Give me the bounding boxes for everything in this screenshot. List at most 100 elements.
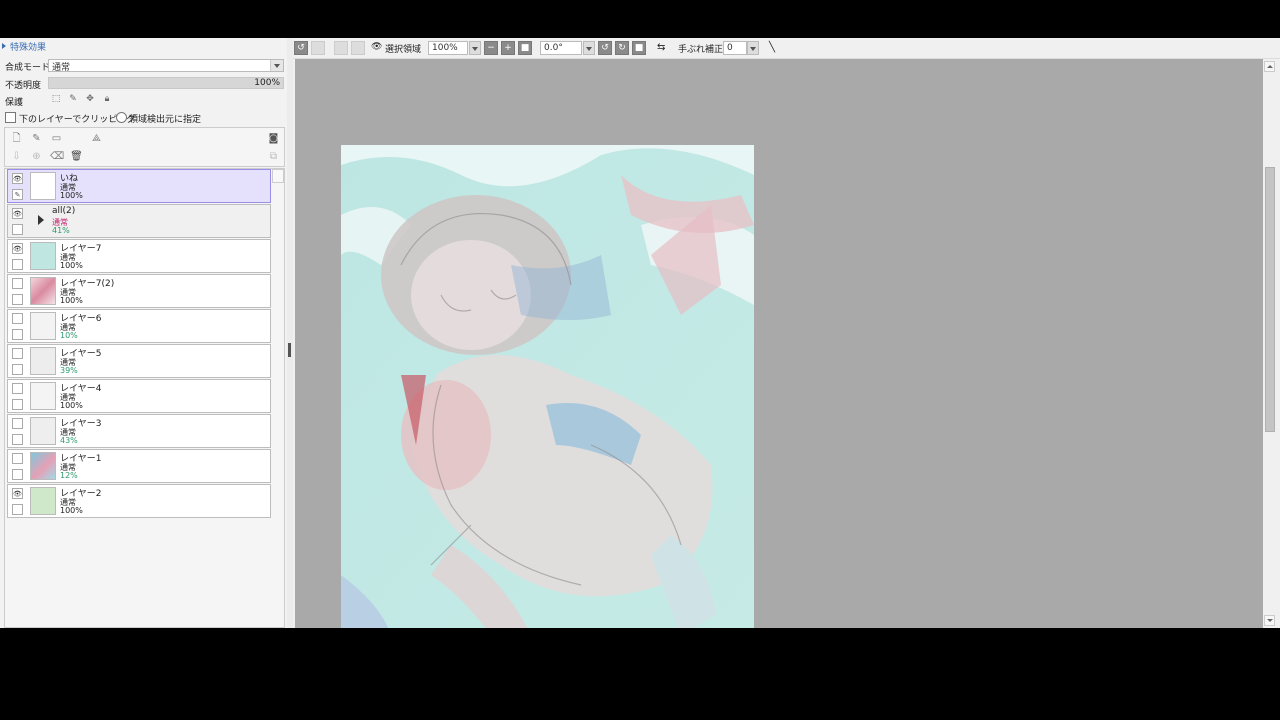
canvas-area[interactable] bbox=[295, 59, 1263, 628]
protect-lock-icon[interactable]: 🔒︎ bbox=[101, 94, 113, 106]
layer-item[interactable]: レイヤー3 通常 43% bbox=[7, 414, 271, 448]
layer-item[interactable]: レイヤー7(2) 通常 100% bbox=[7, 274, 271, 308]
flip-icon[interactable]: ⇆ bbox=[657, 42, 665, 53]
transfer-down-icon[interactable]: ⇩ bbox=[10, 150, 23, 163]
stabilizer-field[interactable]: 0 bbox=[723, 41, 747, 55]
layer-list-scroll-up[interactable] bbox=[272, 169, 284, 183]
edit-toggle[interactable] bbox=[12, 364, 23, 375]
protect-paint-icon[interactable]: ✎ bbox=[67, 94, 79, 106]
layer-item[interactable]: 👁︎ ✎ いね 通常 100% bbox=[7, 169, 271, 203]
selection-eye-icon[interactable]: 👁︎ bbox=[371, 42, 382, 52]
zoom-in-icon[interactable]: + bbox=[501, 41, 515, 55]
layer-opacity: 12% bbox=[60, 471, 78, 480]
rotation-dropdown[interactable] bbox=[583, 41, 595, 55]
edit-toggle[interactable] bbox=[12, 294, 23, 305]
layer-thumbnail bbox=[30, 347, 56, 375]
layer-item[interactable]: 👁︎ レイヤー7 通常 100% bbox=[7, 239, 271, 273]
opacity-label: 不透明度 bbox=[5, 81, 42, 91]
layer-name: all(2) bbox=[52, 206, 76, 216]
visibility-toggle[interactable] bbox=[12, 418, 23, 429]
zoom-field[interactable]: 100% bbox=[428, 41, 468, 55]
new-folder-icon[interactable]: ▭ bbox=[50, 132, 63, 145]
line-tool-icon[interactable]: ╲ bbox=[769, 42, 775, 53]
protect-move-icon[interactable]: ✥ bbox=[84, 94, 96, 106]
trash-icon[interactable]: 🗑︎ bbox=[70, 150, 83, 163]
blend-mode-select[interactable]: 通常 bbox=[48, 59, 284, 73]
rotation-field[interactable]: 0.0° bbox=[540, 41, 582, 55]
layer-list: 👁︎ ✎ いね 通常 100% 👁︎ all(2) 通常 41% 👁︎ レイヤー… bbox=[4, 168, 285, 628]
layer-item[interactable]: レイヤー5 通常 39% bbox=[7, 344, 271, 378]
new-pen-layer-icon[interactable]: ✎ bbox=[30, 132, 43, 145]
stabilizer-dropdown[interactable] bbox=[747, 41, 759, 55]
layer-effect-icon[interactable]: ⟁ bbox=[90, 132, 103, 145]
undo-icon[interactable]: ↺ bbox=[294, 41, 308, 55]
layer-toolbar: 🗋 ✎ ▭ ⟁ ◙ ⇩ ⊕ ⌫ 🗑︎ ⧉ bbox=[4, 127, 285, 167]
blend-mode-value: 通常 bbox=[52, 63, 71, 73]
opacity-slider[interactable]: 100% bbox=[48, 77, 284, 89]
scroll-thumb[interactable] bbox=[1265, 167, 1275, 432]
pencil-icon[interactable]: ✎ bbox=[12, 189, 23, 200]
invert-selection-icon[interactable] bbox=[351, 41, 365, 55]
protect-transparency-icon[interactable]: ⬚ bbox=[50, 94, 62, 106]
eye-icon[interactable]: 👁︎ bbox=[12, 208, 23, 219]
rotate-right-icon[interactable]: ↻ bbox=[615, 41, 629, 55]
edit-toggle[interactable] bbox=[12, 224, 23, 235]
layer-folder[interactable]: 👁︎ all(2) 通常 41% bbox=[7, 204, 271, 238]
visibility-toggle[interactable] bbox=[12, 278, 23, 289]
layer-thumbnail bbox=[30, 417, 56, 445]
effects-section-header[interactable]: 特殊効果 bbox=[2, 40, 46, 53]
eye-icon[interactable]: 👁︎ bbox=[12, 173, 23, 184]
edit-toggle[interactable] bbox=[12, 399, 23, 410]
visibility-toggle[interactable] bbox=[12, 383, 23, 394]
edit-toggle[interactable] bbox=[12, 469, 23, 480]
folder-expand-icon[interactable] bbox=[38, 215, 44, 225]
layer-thumbnail bbox=[30, 487, 56, 515]
layer-item[interactable]: レイヤー1 通常 12% bbox=[7, 449, 271, 483]
zoom-reset-icon[interactable]: ■ bbox=[518, 41, 532, 55]
edit-toggle[interactable] bbox=[12, 259, 23, 270]
artwork-canvas[interactable] bbox=[341, 145, 754, 628]
expand-arrow-icon bbox=[2, 43, 6, 49]
layer-item[interactable]: レイヤー4 通常 100% bbox=[7, 379, 271, 413]
layer-item[interactable]: レイヤー6 通常 10% bbox=[7, 309, 271, 343]
scroll-up-icon[interactable] bbox=[1264, 61, 1275, 72]
layer-item[interactable]: 👁︎ レイヤー2 通常 100% bbox=[7, 484, 271, 518]
eye-icon[interactable]: 👁︎ bbox=[12, 243, 23, 254]
rotate-reset-icon[interactable]: ■ bbox=[632, 41, 646, 55]
clipping-checkbox[interactable] bbox=[5, 112, 16, 123]
edit-toggle[interactable] bbox=[12, 504, 23, 515]
layer-opacity: 100% bbox=[60, 296, 83, 305]
layer-opacity: 43% bbox=[60, 436, 78, 445]
paint-app: 特殊効果 合成モード 通常 不透明度 100% 保護 ⬚ ✎ ✥ 🔒︎ 下のレイヤーで… bbox=[0, 38, 1280, 628]
canvas-vertical-scrollbar[interactable] bbox=[1263, 59, 1277, 628]
opacity-value: 100% bbox=[254, 78, 280, 88]
edit-toggle[interactable] bbox=[12, 329, 23, 340]
apply-mask-icon[interactable]: ⧉ bbox=[267, 150, 280, 163]
protect-options: ⬚ ✎ ✥ 🔒︎ bbox=[50, 94, 118, 106]
visibility-toggle[interactable] bbox=[12, 453, 23, 464]
zoom-out-icon[interactable]: − bbox=[484, 41, 498, 55]
mask-icon[interactable]: ◙ bbox=[267, 132, 280, 145]
redo-icon[interactable] bbox=[311, 41, 325, 55]
clear-layer-icon[interactable]: ⌫ bbox=[50, 150, 64, 163]
merge-down-icon[interactable]: ⊕ bbox=[30, 150, 43, 163]
layer-panel: 特殊効果 合成モード 通常 不透明度 100% 保護 ⬚ ✎ ✥ 🔒︎ 下のレイヤーで… bbox=[0, 38, 287, 628]
layer-opacity: 10% bbox=[60, 331, 78, 340]
protect-label: 保護 bbox=[5, 98, 24, 108]
edit-toggle[interactable] bbox=[12, 434, 23, 445]
visibility-toggle[interactable] bbox=[12, 313, 23, 324]
visibility-toggle[interactable] bbox=[12, 348, 23, 359]
zoom-dropdown[interactable] bbox=[469, 41, 481, 55]
scroll-down-icon[interactable] bbox=[1264, 615, 1275, 626]
rotate-left-icon[interactable]: ↺ bbox=[598, 41, 612, 55]
effects-title: 特殊効果 bbox=[10, 43, 47, 53]
new-layer-icon[interactable]: 🗋 bbox=[10, 132, 23, 145]
chevron-down-icon[interactable] bbox=[270, 60, 283, 71]
layer-thumbnail bbox=[30, 382, 56, 410]
layer-opacity: 100% bbox=[60, 506, 83, 515]
eye-icon[interactable]: 👁︎ bbox=[12, 488, 23, 499]
source-radio[interactable] bbox=[116, 112, 127, 123]
splitter-grip[interactable] bbox=[288, 343, 291, 357]
panel-splitter[interactable] bbox=[287, 38, 293, 628]
deselect-icon[interactable] bbox=[334, 41, 348, 55]
